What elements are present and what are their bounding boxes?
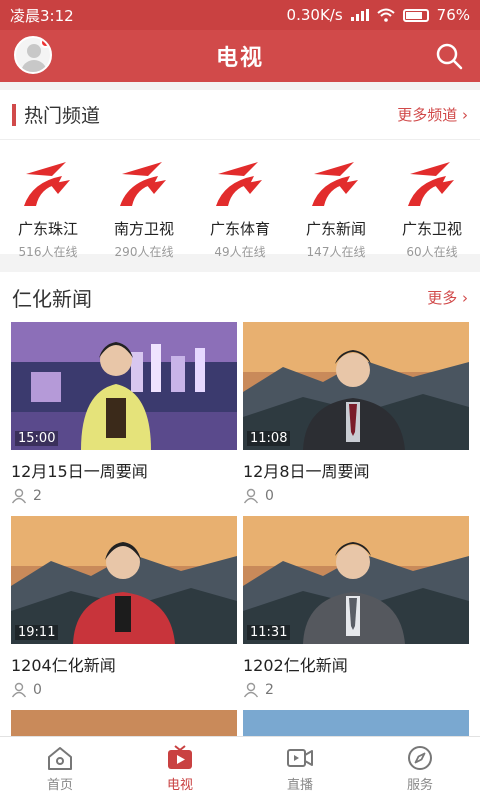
tab-home[interactable]: 首页 [0,737,120,800]
app-bar: 电视 [0,30,480,82]
notification-dot [40,38,50,48]
channel-item[interactable]: 广东卫视 60人在线 [386,154,478,260]
battery-icon [402,8,429,22]
video-card[interactable]: 11:31 1202仁化新闻 2 [243,516,469,710]
channel-item[interactable]: 广东珠江 516人在线 [2,154,94,260]
tab-tv[interactable]: 电视 [120,737,240,800]
channel-logo-icon [408,162,454,206]
channel-name: 广东体育 [209,220,270,238]
channel-logo-icon [312,162,358,206]
video-card[interactable]: 15:00 12月15日一周要闻 2 [11,322,237,516]
bottom-tab-bar: 首页 电视 直播 服务 [0,736,480,800]
channel-logo-icon [216,162,262,206]
battery-level: 76% [436,6,470,24]
status-bar: 凌晨3:12 0.30K/s 76% [0,0,480,30]
more-channels-link[interactable]: 更多频道 › [397,104,468,125]
video-card[interactable] [11,710,237,736]
section-accent [12,103,16,126]
video-camera-icon [287,749,313,767]
tab-live[interactable]: 直播 [240,737,360,800]
tab-service[interactable]: 服务 [360,737,480,800]
video-meta: 2 [243,682,469,698]
hot-channels-section: 热门频道 更多频道 › 广东珠江 516人在线 南方卫视 290人在线 广东体育… [0,90,480,259]
tab-label: 电视 [166,778,193,793]
compass-icon [408,746,432,770]
user-icon [11,682,27,698]
channel-item[interactable]: 广东体育 49人在线 [194,154,286,260]
video-title: 12月8日一周要闻 [243,462,370,481]
video-meta: 0 [11,682,237,698]
tv-icon [168,745,192,769]
channel-item[interactable]: 广东新闻 147人在线 [290,154,382,260]
video-card[interactable]: 19:11 1204仁化新闻 0 [11,516,237,710]
channel-online: 290人在线 [114,245,174,259]
news-header: 仁化新闻 更多 › [0,272,480,322]
video-thumbnail [243,710,469,736]
search-icon[interactable] [434,41,464,71]
channel-online: 516人在线 [18,245,78,259]
video-card[interactable]: 11:08 12月8日一周要闻 0 [243,322,469,516]
video-thumbnail: 11:08 [243,322,469,450]
tab-label: 首页 [46,778,73,793]
hot-channels-header: 热门频道 更多频道 › [0,90,480,140]
tab-label: 服务 [406,778,433,793]
channel-list: 广东珠江 516人在线 南方卫视 290人在线 广东体育 49人在线 广东新闻 … [0,140,480,260]
video-title: 1202仁化新闻 [243,656,348,675]
network-speed: 0.30K/s [286,6,343,24]
avatar[interactable] [14,36,52,74]
news-grid: 15:00 12月15日一周要闻 2 11:08 12月8日一周要闻 0 19:… [0,322,480,736]
view-count: 0 [265,488,274,504]
video-card[interactable] [243,710,469,736]
video-thumbnail [11,710,237,736]
page-title: 电视 [215,46,264,71]
video-duration: 11:08 [247,431,291,446]
tab-label: 直播 [286,778,313,793]
channel-logo-icon [120,162,166,206]
user-icon [243,682,259,698]
channel-name: 南方卫视 [113,220,174,238]
more-news-link[interactable]: 更多 › [427,287,468,308]
section-title: 仁化新闻 [12,286,92,311]
video-duration: 19:11 [15,625,59,640]
channel-online: 147人在线 [306,245,366,259]
video-thumbnail: 15:00 [11,322,237,450]
video-duration: 15:00 [15,431,59,446]
home-icon [48,747,72,770]
view-count: 2 [265,682,274,698]
signal-icon [350,9,369,21]
status-time: 凌晨3:12 [10,6,74,25]
channel-logo-icon [24,162,70,206]
channel-online: 49人在线 [214,245,266,259]
channel-item[interactable]: 南方卫视 290人在线 [98,154,190,260]
video-thumbnail: 19:11 [11,516,237,644]
news-section: 仁化新闻 更多 › 15:00 12月15日一周要闻 2 11:08 12月8日… [0,272,480,736]
channel-name: 广东卫视 [401,220,462,238]
channel-name: 广东珠江 [17,220,78,238]
channel-online: 60人在线 [406,245,458,259]
video-duration: 11:31 [247,625,291,640]
user-icon [11,488,27,504]
video-title: 1204仁化新闻 [11,656,116,675]
video-meta: 2 [11,488,237,504]
wifi-icon [376,8,395,22]
channel-name: 广东新闻 [305,220,366,238]
video-title: 12月15日一周要闻 [11,462,148,481]
section-title: 热门频道 [24,105,101,127]
user-icon [243,488,259,504]
view-count: 2 [33,488,42,504]
view-count: 0 [33,682,42,698]
video-thumbnail: 11:31 [243,516,469,644]
video-meta: 0 [243,488,469,504]
